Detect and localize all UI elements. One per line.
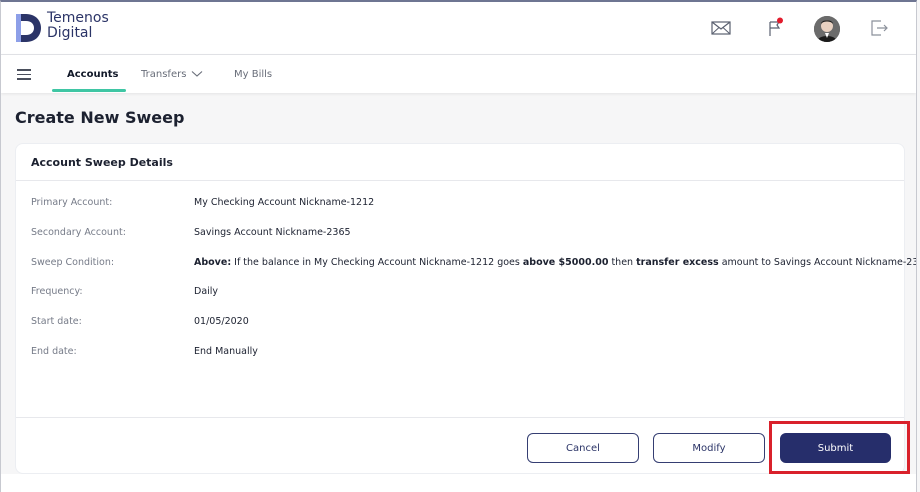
logout-icon	[871, 20, 888, 36]
nav-my-bills[interactable]: My Bills	[234, 69, 272, 80]
condition-keyword: Above:	[194, 257, 232, 268]
condition-threshold: above $5000.00	[522, 257, 609, 268]
detail-value: My Checking Account Nickname-1212	[194, 197, 375, 208]
card-title: Account Sweep Details	[31, 156, 173, 169]
temenos-logo-icon	[16, 14, 41, 42]
profile-photo-icon	[814, 16, 840, 42]
detail-value: End Manually	[194, 346, 258, 357]
submit-highlight-box	[769, 421, 910, 474]
detail-value: Savings Account Nickname-2365	[194, 227, 351, 238]
modify-button[interactable]: Modify	[653, 433, 765, 463]
page-title: Create New Sweep	[15, 108, 185, 127]
flag-icon	[769, 17, 783, 36]
active-tab-indicator	[52, 89, 126, 92]
detail-label: Sweep Condition:	[31, 257, 115, 268]
nav-transfers[interactable]: Transfers	[141, 69, 186, 80]
mail-icon	[711, 21, 731, 35]
detail-value: 01/05/2020	[194, 316, 249, 327]
brand-name: Temenos Digital	[47, 11, 109, 41]
app-window: Temenos Digital Accounts Transfers My Bi…	[0, 0, 917, 492]
detail-value: Daily	[194, 286, 219, 297]
card-header: Account Sweep Details	[16, 144, 904, 181]
nav-accounts[interactable]: Accounts	[67, 69, 118, 80]
main-navigation: Accounts Transfers My Bills	[1, 55, 916, 93]
top-header: Temenos Digital	[1, 2, 916, 55]
avatar[interactable]	[814, 16, 840, 42]
detail-label: Start date:	[31, 316, 82, 327]
alerts-button[interactable]	[763, 16, 787, 40]
detail-label: End date:	[31, 346, 77, 357]
brand-line-1: Temenos	[47, 10, 109, 26]
detail-label: Primary Account:	[31, 197, 113, 208]
messages-button[interactable]	[709, 16, 733, 40]
condition-text: If the balance in My Checking Account Ni…	[231, 257, 523, 268]
condition-text: then	[608, 257, 637, 268]
detail-label: Frequency:	[31, 286, 83, 297]
brand-line-2: Digital	[47, 25, 93, 41]
condition-action: transfer excess	[636, 257, 719, 268]
condition-text: amount to Savings Account Nickname-2365	[718, 257, 917, 268]
page-bottom	[1, 474, 916, 492]
hamburger-menu-icon[interactable]	[17, 69, 31, 80]
cancel-button[interactable]: Cancel	[527, 433, 639, 463]
chevron-down-icon[interactable]	[191, 70, 203, 78]
sweep-condition-text: Above: If the balance in My Checking Acc…	[194, 257, 917, 268]
detail-label: Secondary Account:	[31, 227, 126, 238]
logout-button[interactable]	[867, 16, 891, 40]
